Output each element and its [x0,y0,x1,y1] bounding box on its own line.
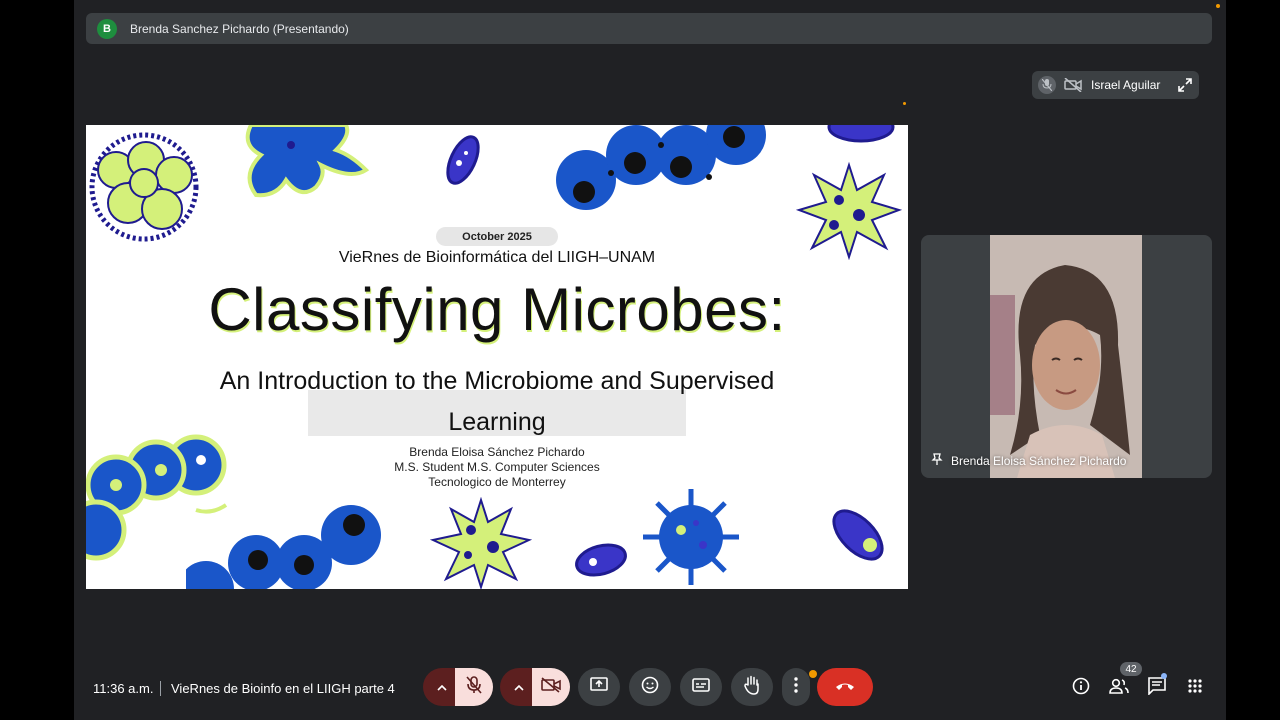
apps-grid-icon [1188,678,1202,698]
virus-icon [429,497,533,589]
meeting-title: VieRnes de Bioinfo en el LIIGH parte 4 [171,681,395,696]
slide-subtitle-line: Learning [448,408,546,436]
camera-toggle-button[interactable] [532,668,570,706]
present-button[interactable] [578,668,620,706]
people-count-badge: 42 [1120,662,1142,676]
participant-video-tile[interactable]: Brenda Eloisa Sánchez Pichardo [921,235,1212,478]
pin-icon [931,452,943,470]
video-tile-label: Brenda Eloisa Sánchez Pichardo [931,452,1126,470]
captions-icon [692,677,710,697]
bacillus-icon [832,509,884,561]
slide-subtitle: An Introduction to the Microbiome and Su… [186,361,808,443]
more-options-badge [809,670,817,678]
slide-title: Classifying Microbes: [208,276,786,343]
presenter-bar: B Brenda Sanchez Pichardo (Presentando) [86,13,1212,44]
phone-hangup-icon [835,678,855,696]
info-icon [1072,677,1090,700]
camera-off-icon [541,676,561,698]
people-button[interactable] [1107,676,1131,700]
author-degree: M.S. Student M.S. Computer Sciences [394,460,600,474]
mic-off-icon [466,675,482,699]
author-name: Brenda Eloisa Sánchez Pichardo [409,445,585,459]
bacillus-icon [575,543,627,577]
bacillus-icon [827,125,895,143]
activities-button[interactable] [1183,676,1207,700]
virus-icon [795,161,903,260]
slide-subtitle-line: An Introduction to the Microbiome and Su… [219,367,775,395]
author-institution: Tecnologico de Monterrey [428,475,566,489]
raise-hand-button[interactable] [731,668,773,706]
hand-icon [743,675,761,700]
presentation-slide: October 2025 VieRnes de Bioinformática d… [86,125,908,589]
amoeba-icon [245,125,370,198]
chat-unread-dot [1161,673,1167,679]
bacillus-icon [446,135,480,185]
video-participant-name: Brenda Eloisa Sánchez Pichardo [951,454,1127,468]
participant-name: Israel Aguilar [1091,78,1161,92]
chevron-up-icon [514,678,524,696]
bottom-toolbar: 11:36 a.m. VieRnes de Bioinfo en el LIIG… [74,662,1226,714]
mic-off-icon [1038,76,1056,94]
emoji-icon [641,676,659,699]
notification-dot [903,102,906,105]
chat-button[interactable] [1145,676,1169,700]
cell-chain-icon [186,505,381,589]
more-vert-icon [794,676,798,698]
presenter-name: Brenda Sanchez Pichardo (Presentando) [130,21,349,36]
slide-date: October 2025 [436,227,558,246]
chat-icon [1148,676,1166,700]
leave-call-button[interactable] [817,668,873,706]
chevron-up-icon [437,678,447,696]
meeting-info-button[interactable] [1069,676,1093,700]
cell-chain-icon [556,125,766,210]
virus-icon [643,489,739,585]
clock: 11:36 a.m. [93,681,154,696]
notification-dot [1216,4,1220,8]
present-screen-icon [590,676,608,698]
meet-window: B Brenda Sanchez Pichardo (Presentando) [74,0,1226,720]
captions-button[interactable] [680,668,722,706]
presenter-avatar: B [97,18,117,39]
floating-participant[interactable]: Israel Aguilar [1032,71,1199,99]
emoji-button[interactable] [629,668,671,706]
mic-toggle-button[interactable] [455,668,493,706]
people-icon [1109,678,1129,699]
participant-silhouette [990,235,1142,478]
camera-off-icon [1064,76,1082,94]
slide-author-block: Brenda Eloisa Sánchez Pichardo M.S. Stud… [86,445,908,490]
slide-series: VieRnes de Bioinformática del LIIGH–UNAM [338,249,656,266]
more-options-button[interactable] [782,668,810,706]
expand-icon[interactable] [1177,77,1193,93]
video-feed [990,235,1142,478]
microbe-cluster-icon [89,132,199,242]
toolbar-divider [160,681,161,696]
